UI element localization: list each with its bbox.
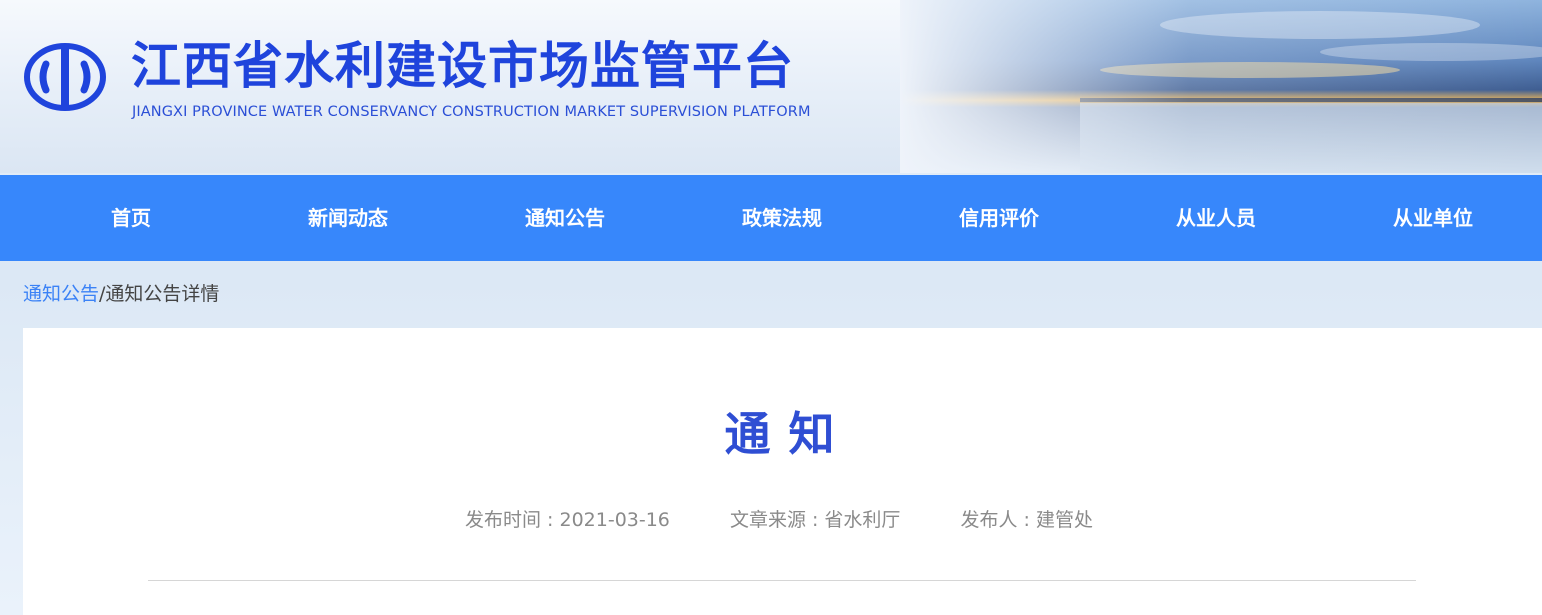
breadcrumb: 通知公告/通知公告详情 <box>23 279 219 306</box>
article-panel: 通知 发布时间 : 2021-03-16 文章来源 : 省水利厅 发布人 : 建… <box>23 328 1542 615</box>
header-banner: 江西省水利建设市场监管平台 JIANGXI PROVINCE WATER CON… <box>0 0 1542 173</box>
water-conservancy-emblem-icon <box>24 43 106 111</box>
article-meta: 发布时间 : 2021-03-16 文章来源 : 省水利厅 发布人 : 建管处 <box>465 505 1093 532</box>
breadcrumb-link-notices[interactable]: 通知公告 <box>23 283 99 305</box>
article-source: 文章来源 : 省水利厅 <box>729 509 901 531</box>
publisher: 发布人 : 建管处 <box>960 509 1093 531</box>
nav-item-notices[interactable]: 通知公告 <box>475 175 655 261</box>
divider <box>148 580 1416 581</box>
site-subtitle: JIANGXI PROVINCE WATER CONSERVANCY CONST… <box>132 104 811 120</box>
nav-item-practitioners[interactable]: 从业人员 <box>1126 175 1306 261</box>
banner-landscape-image <box>900 0 1542 173</box>
nav-item-organizations[interactable]: 从业单位 <box>1343 175 1523 261</box>
site-title: 江西省水利建设市场监管平台 <box>131 37 794 95</box>
article-title: 通知 <box>724 407 853 461</box>
main-nav: 首页 新闻动态 通知公告 政策法规 信用评价 从业人员 从业单位 <box>0 175 1542 261</box>
nav-item-credit-evaluation[interactable]: 信用评价 <box>909 175 1089 261</box>
nav-item-home[interactable]: 首页 <box>41 175 221 261</box>
publish-date: 发布时间 : 2021-03-16 <box>465 509 670 531</box>
nav-item-news[interactable]: 新闻动态 <box>258 175 438 261</box>
breadcrumb-current: 通知公告详情 <box>105 283 220 305</box>
nav-item-policies[interactable]: 政策法规 <box>692 175 872 261</box>
